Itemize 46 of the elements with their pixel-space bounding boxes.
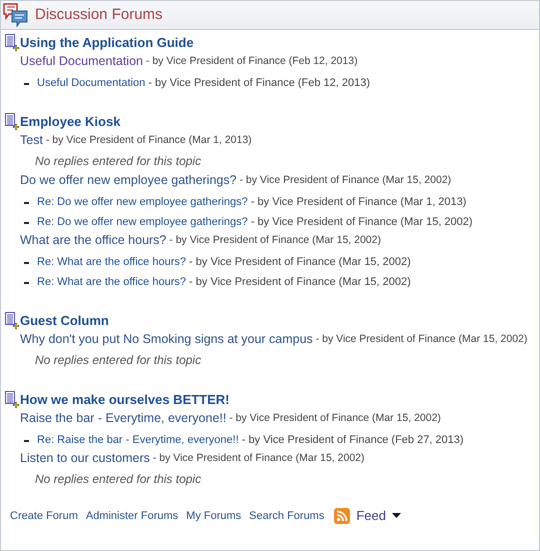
topic-meta: - by Vice President of Finance (Mar 15, 2002) — [238, 173, 452, 188]
reply-meta: - by Vice President of Finance (Mar 15, 2002) — [188, 274, 411, 290]
reply-meta: - by Vice President of Finance (Mar 1, 2013) — [250, 194, 466, 210]
speech-bubbles-icon — [3, 3, 29, 27]
reply-link[interactable]: Re: Raise the bar - Everytime, everyone!! — [37, 432, 239, 448]
footer-link[interactable]: Create Forum — [10, 508, 78, 524]
forum-link[interactable]: Employee Kiosk — [20, 114, 120, 130]
document-add-icon — [5, 34, 20, 51]
rss-icon — [334, 508, 350, 524]
topic-meta: - by Vice President of Finance (Mar 15, 2002) — [168, 233, 381, 248]
document-add-icon — [5, 113, 20, 130]
forum-link[interactable]: Using the Application Guide — [20, 35, 194, 51]
topic-meta: - by Vice President of Finance (Feb 12, 2013) — [144, 54, 358, 70]
topic-link[interactable]: Do we offer new employee gatherings? — [20, 171, 237, 190]
feed-button[interactable]: Feed — [334, 506, 401, 526]
caret-icon — [392, 513, 401, 518]
topic-link[interactable]: Listen to our customers — [20, 449, 150, 468]
topic-meta: - by Vice President of Finance (Mar 15, 2002) — [152, 451, 365, 466]
reply-link[interactable]: Re: What are the office hours? — [37, 254, 186, 270]
topic-link[interactable]: Raise the bar - Everytime, everyone!! — [20, 409, 226, 428]
topic-link[interactable]: Test — [20, 131, 43, 150]
no-replies-note: No replies entered for this topic — [35, 471, 202, 488]
reply-link[interactable]: Re: Do we offer new employee gatherings? — [37, 214, 248, 230]
topic-meta: - by Vice President of Finance (Mar 15, 2002) — [228, 411, 441, 426]
no-replies-note: No replies entered for this topic — [35, 153, 202, 170]
footer-link[interactable]: Administer Forums — [86, 508, 178, 524]
header-title: Discussion Forums — [35, 4, 163, 25]
reply-meta: - by Vice President of Finance (Feb 27, 2013) — [240, 432, 464, 448]
topic-meta: - by Vice President of Finance (Mar 15, 2002) — [314, 332, 528, 348]
footer-link[interactable]: My Forums — [186, 508, 242, 524]
reply-link[interactable]: Useful Documentation — [37, 74, 146, 91]
document-add-icon — [5, 391, 20, 408]
topic-meta: - by Vice President of Finance (Mar 1, 2013) — [44, 133, 252, 148]
reply-meta: - by Vice President of Finance (Mar 15, 2002) — [250, 214, 473, 230]
topic-link[interactable]: Why don't you put No Smoking signs at your campus — [20, 330, 313, 349]
reply-meta: - by Vice President of Finance (Mar 15, 2002) — [188, 254, 411, 270]
forum-link[interactable]: Guest Column — [20, 313, 109, 329]
topic-link[interactable]: Useful Documentation — [20, 52, 143, 71]
reply-link[interactable]: Re: Do we offer new employee gatherings? — [37, 194, 248, 210]
forum-link[interactable]: How we make ourselves BETTER! — [20, 392, 230, 408]
reply-link[interactable]: Re: What are the office hours? — [37, 274, 186, 290]
footer-link[interactable]: Search Forums — [249, 508, 324, 524]
topic-link[interactable]: What are the office hours? — [20, 231, 166, 250]
document-add-icon — [5, 312, 20, 329]
no-replies-note: No replies entered for this topic — [35, 352, 202, 369]
reply-meta: - by Vice President of Finance (Feb 12, 2013) — [147, 76, 370, 90]
